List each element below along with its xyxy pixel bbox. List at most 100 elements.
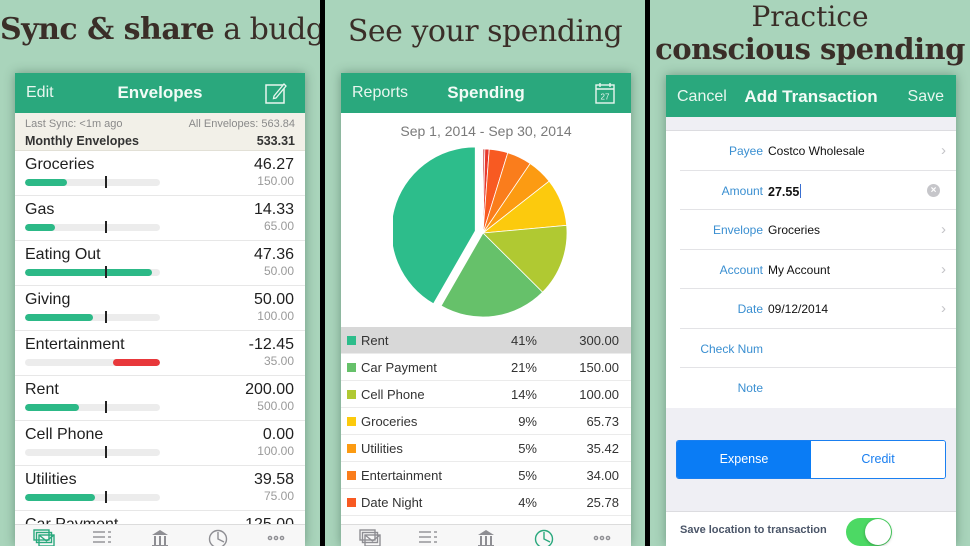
legend-row[interactable]: Utilities 5% 35.42 [341,435,631,462]
envelope-row[interactable]: Gas 14.33 65.00 [15,196,305,241]
segment-credit[interactable]: Credit [811,440,945,478]
account-row[interactable]: Account My Account › [680,250,956,289]
legend-row[interactable]: Date Night 4% 25.78 [341,489,631,516]
envelope-name: Gas [25,201,55,218]
cancel-button[interactable]: Cancel [677,88,727,106]
envelope-progress-bar [25,179,160,186]
legend-swatch [347,444,356,453]
month-progress-marker [105,401,107,413]
accounts-bank-icon [152,530,168,546]
transaction-panel: Practice conscious spending Cancel Add T… [650,0,970,546]
envelope-row[interactable]: Groceries 46.27 150.00 [15,151,305,196]
legend-value: 150.00 [579,360,619,375]
tab-more[interactable] [582,525,622,546]
tab-envelopes[interactable] [350,525,390,546]
legend-row[interactable]: Entertainment 5% 34.00 [341,462,631,489]
transaction-headline-line1: Practice [751,0,869,33]
legend-percent: 9% [518,414,537,429]
month-progress-marker [105,311,107,323]
envelope-progress-bar [25,449,160,456]
envelope-row[interactable]: Entertainment -12.45 35.00 [15,331,305,376]
legend-row[interactable]: Car Payment 21% 150.00 [341,354,631,381]
spending-screen: Reports Spending 27 Sep 1, 2014 - Sep 30… [341,73,631,546]
segment-expense[interactable]: Expense [677,440,811,478]
note-label: Note [737,381,763,395]
envelopes-screen: Edit Envelopes Last Sync: <1m ago All En… [15,73,305,546]
tab-reports-pie[interactable] [198,525,238,546]
tab-bar [15,524,305,546]
envelopes-panel: Sync & share a budget Edit Envelopes Las… [0,0,320,546]
envelope-balance: 0.00 [262,426,294,443]
envelope-row[interactable]: Rent 200.00 500.00 [15,376,305,421]
amount-row[interactable]: Amount 27.55 × [680,171,956,210]
envelope-list: Groceries 46.27 150.00 Gas 14.33 65.00 Eating … [15,151,305,533]
envelope-budget: 75.00 [263,489,294,503]
envelope-progress-fill [25,494,95,501]
account-field[interactable]: My Account [768,263,830,277]
month-progress-marker [105,446,107,458]
chevron-right-icon: › [941,300,946,317]
chevron-right-icon: › [941,221,946,238]
legend-percent: 4% [518,495,537,510]
envelope-row[interactable]: Envelope Groceries › [680,210,956,250]
legend-row[interactable]: Cell Phone 14% 100.00 [341,381,631,408]
envelope-balance: 39.58 [253,471,294,488]
envelope-row[interactable]: Cell Phone 0.00 100.00 [15,421,305,466]
envelope-progress-fill [25,314,93,321]
compose-icon[interactable] [265,82,287,104]
envelope-balance: 50.00 [253,291,294,308]
navbar: Cancel Add Transaction Save [666,75,956,117]
tab-accounts-bank[interactable] [140,525,180,546]
check-num-row[interactable]: Check Num [680,329,956,368]
envelope-balance: -12.45 [248,336,294,353]
envelope-name: Groceries [25,156,95,173]
envelope-balance: 46.27 [253,156,294,173]
amount-field[interactable]: 27.55 [768,183,802,199]
sync-summary: Last Sync: <1m ago All Envelopes: 563.84… [15,113,305,151]
headline-rest: a budget [223,12,320,47]
edit-button[interactable]: Edit [26,84,54,102]
envelope-budget: 65.00 [263,219,294,233]
transaction-type-control: Expense Credit [666,439,956,480]
legend-label: Entertainment [361,468,442,483]
calendar-day: 27 [601,93,610,102]
envelope-row[interactable]: Giving 50.00 100.00 [15,286,305,331]
legend-label: Rent [361,333,389,348]
envelope-balance: 200.00 [245,381,294,398]
envelope-row[interactable]: Eating Out 47.36 50.00 [15,241,305,286]
payee-row[interactable]: Payee Costco Wholesale › [680,131,956,171]
legend-row[interactable]: Rent 41% 300.00 [341,327,631,354]
envelope-field[interactable]: Groceries [768,223,820,237]
legend-value: 65.73 [586,414,619,429]
tab-more[interactable] [256,525,296,546]
tab-envelopes[interactable] [24,525,64,546]
date-row[interactable]: Date 09/12/2014 › [680,289,956,329]
group-total: 533.31 [256,134,295,148]
tab-reports-pie[interactable] [524,525,564,546]
envelope-progress-bar [25,494,160,501]
reports-back-button[interactable]: Reports [352,84,408,102]
save-location-toggle[interactable] [846,517,892,546]
envelope-row[interactable]: Utilities 39.58 75.00 [15,466,305,511]
tab-transactions-list[interactable] [408,525,448,546]
envelope-name: Entertainment [25,336,125,353]
tab-accounts-bank[interactable] [466,525,506,546]
legend-label: Utilities [361,441,403,456]
spending-legend: Rent 41% 300.00 Car Payment 21% 150.00 Cell Ph… [341,327,631,516]
clear-field-icon[interactable]: × [927,183,940,197]
envelope-budget: 150.00 [257,174,294,188]
tab-transactions-list[interactable] [82,525,122,546]
all-envelopes-total: All Envelopes: 563.84 [188,118,295,130]
date-field[interactable]: 09/12/2014 [768,302,828,316]
date-label: Date [737,302,763,316]
calendar-icon[interactable]: 27 [595,82,615,104]
spending-headline: See your spending [347,14,623,49]
save-button[interactable]: Save [908,88,944,106]
legend-row[interactable]: Groceries 9% 65.73 [341,408,631,435]
legend-value: 300.00 [579,333,619,348]
payee-field[interactable]: Costco Wholesale [768,144,865,158]
spending-pie-chart[interactable] [393,143,573,323]
date-range[interactable]: Sep 1, 2014 - Sep 30, 2014 [341,113,631,143]
month-progress-marker [105,221,107,233]
note-row[interactable]: Note [680,368,956,408]
